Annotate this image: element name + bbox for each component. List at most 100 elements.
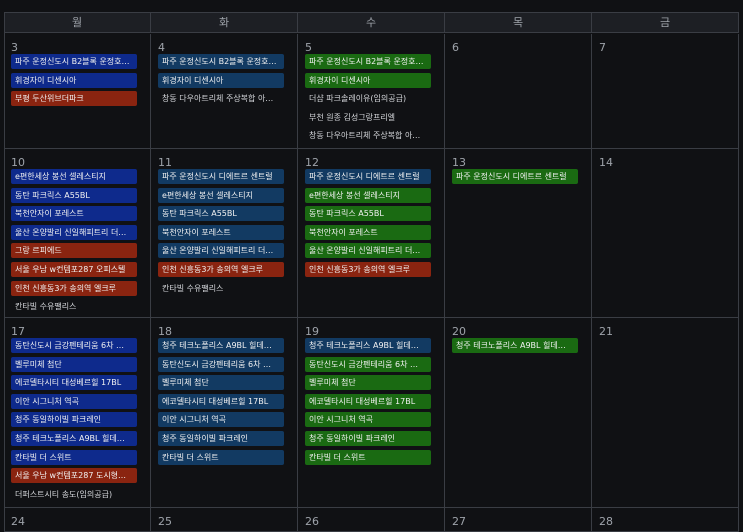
calendar-event[interactable]: 청주 동일하이빌 파크레인 bbox=[305, 431, 431, 446]
day-cell[interactable]: 13 파주 운정신도시 디에트르 센트럴 bbox=[445, 149, 592, 318]
day-cell[interactable]: 12 파주 운정신도시 디에트르 센트럴 e편한세상 봉선 셀레스티지동탄 파크릭스… bbox=[298, 149, 445, 318]
calendar-event[interactable]: 칸타빌 더 스위트 bbox=[305, 449, 431, 465]
calendar-event[interactable]: 인천 신흥동3가 송의역 엘크루 bbox=[305, 262, 431, 277]
weekday-header: 수 bbox=[298, 13, 445, 33]
calendar-event[interactable]: 파주 운정신도시 B2블록 운정호… bbox=[305, 54, 431, 69]
calendar-event[interactable]: 부평 두산위브더파크 bbox=[11, 91, 137, 107]
calendar-event[interactable]: e편한세상 봉선 셀레스티지 bbox=[158, 187, 284, 203]
calendar-event[interactable]: 청주 테크노폴리스 A9BL 힐데… bbox=[452, 338, 578, 353]
calendar-event[interactable]: 동탄신도시 금강펜테리움 6차 … bbox=[158, 356, 284, 372]
calendar-event[interactable]: 그랑 르피에드 bbox=[11, 243, 137, 259]
calendar-event[interactable]: 휘경자이 디센시아 bbox=[11, 72, 137, 88]
day-number: 21 bbox=[599, 325, 613, 338]
day-number: 14 bbox=[599, 156, 613, 169]
day-cell[interactable]: 26 bbox=[298, 508, 445, 532]
day-cell[interactable]: 27 bbox=[445, 508, 592, 532]
day-number: 19 bbox=[305, 325, 319, 338]
calendar-event[interactable]: 이안 시그니처 역곡 bbox=[11, 393, 137, 409]
day-number: 3 bbox=[11, 41, 18, 54]
day-cell[interactable]: 21 bbox=[592, 318, 739, 508]
calendar-event[interactable]: 동탄신도시 금강펜테리움 6차 … bbox=[305, 356, 431, 372]
day-cell[interactable]: 3 파주 운정신도시 B2블록 운정호… 휘경자이 디센시아부평 두산위브더파크 bbox=[4, 34, 151, 149]
calendar-event[interactable]: 파주 운정신도시 B2블록 운정호… bbox=[158, 54, 284, 69]
day-number: 17 bbox=[11, 325, 25, 338]
calendar-event[interactable]: 부천 원종 김성그랑프리엘 bbox=[305, 110, 431, 125]
calendar-event[interactable]: 에코델타시티 대성베르힐 17BL bbox=[158, 393, 284, 409]
calendar-event[interactable]: 창동 다우아트리체 주상복합 아… bbox=[305, 128, 431, 143]
calendar-event[interactable]: 청주 테크노폴리스 A9BL 힐데… bbox=[305, 338, 431, 353]
calendar-event[interactable]: 에코델타시티 대성베르힐 17BL bbox=[305, 393, 431, 409]
calendar-event[interactable]: 휘경자이 디센시아 bbox=[158, 72, 284, 88]
calendar-event[interactable]: 파주 운정신도시 B2블록 운정호… bbox=[11, 54, 137, 69]
calendar-event[interactable]: 더퍼스트시티 송도(임의공급) bbox=[11, 487, 137, 502]
day-cell[interactable]: 11 파주 운정신도시 디에트르 센트럴 e편한세상 봉선 셀레스티지동탄 파크릭스… bbox=[151, 149, 298, 318]
day-number: 24 bbox=[11, 515, 25, 528]
day-number: 4 bbox=[158, 41, 165, 54]
day-cell[interactable]: 18 청주 테크노폴리스 A9BL 힐데… 동탄신도시 금강펜테리움 6차 … 벨루미… bbox=[151, 318, 298, 508]
calendar-event[interactable]: 북천안자이 포레스트 bbox=[158, 224, 284, 240]
day-number: 10 bbox=[11, 156, 25, 169]
calendar-event[interactable]: 울산 온양발리 신일해피트리 더… bbox=[305, 243, 431, 259]
day-cell[interactable]: 14 bbox=[592, 149, 739, 318]
day-cell[interactable]: 4 파주 운정신도시 B2블록 운정호… 휘경자이 디센시아창동 다우아트리체 주상… bbox=[151, 34, 298, 149]
weekday-header: 화 bbox=[151, 13, 298, 33]
calendar-event[interactable]: 동탄 파크릭스 A55BL bbox=[305, 206, 431, 222]
calendar-event[interactable]: 창동 다우아트리체 주상복합 아… bbox=[158, 91, 284, 106]
day-number: 6 bbox=[452, 41, 459, 54]
day-number: 18 bbox=[158, 325, 172, 338]
calendar-event[interactable]: 서울 우남 w컨템포287 도시형… bbox=[11, 468, 137, 484]
day-cell[interactable]: 6 bbox=[445, 34, 592, 149]
day-number: 12 bbox=[305, 156, 319, 169]
day-cell[interactable]: 24 bbox=[4, 508, 151, 532]
calendar-event[interactable]: 더샵 파크솔레이유(임의공급) bbox=[305, 91, 431, 106]
calendar-event[interactable]: 칸타빌 수유팰리스 bbox=[11, 299, 137, 314]
calendar-event[interactable]: 동탄신도시 금강펜테리움 6차 … bbox=[11, 338, 137, 353]
day-number: 20 bbox=[452, 325, 466, 338]
calendar-event[interactable]: 동탄 파크릭스 A55BL bbox=[158, 206, 284, 222]
grid-border bbox=[4, 13, 5, 532]
calendar-event[interactable]: 이안 시그니처 역곡 bbox=[305, 412, 431, 428]
calendar-event[interactable]: 이안 시그니처 역곡 bbox=[158, 412, 284, 428]
calendar-event[interactable]: e편한세상 봉선 셀레스티지 bbox=[305, 187, 431, 203]
calendar-event[interactable]: 서울 우남 w컨템포287 오피스텔 bbox=[11, 262, 137, 277]
day-number: 26 bbox=[305, 515, 319, 528]
day-cell[interactable]: 17 동탄신도시 금강펜테리움 6차 … 벨루미체 첨단에코델타시티 대성베르힐 1… bbox=[4, 318, 151, 508]
calendar-event[interactable]: 칸타빌 수유팰리스 bbox=[158, 281, 284, 296]
calendar-event[interactable]: 북천안자이 포레스트 bbox=[11, 206, 137, 222]
day-number: 11 bbox=[158, 156, 172, 169]
day-cell[interactable]: 20 청주 테크노폴리스 A9BL 힐데… bbox=[445, 318, 592, 508]
calendar-grid: 월 화 수 목 금 3 파주 운정신도시 B2블록 운정호… 휘경자이 디센시아 부평 두산위브… bbox=[4, 12, 739, 532]
calendar-event[interactable]: 청주 테크노폴리스 A9BL 힐데… bbox=[11, 431, 137, 446]
calendar-event[interactable]: 청주 동일하이빌 파크레인 bbox=[11, 412, 137, 428]
calendar-event[interactable]: 동탄 파크릭스 A55BL bbox=[11, 187, 137, 203]
day-cell[interactable]: 25 bbox=[151, 508, 298, 532]
calendar-event[interactable]: 인천 신흥동3가 송의역 엘크루 bbox=[11, 280, 137, 296]
calendar-event[interactable]: 에코델타시티 대성베르힐 17BL bbox=[11, 375, 137, 391]
calendar-event[interactable]: 청주 테크노폴리스 A9BL 힐데… bbox=[158, 338, 284, 353]
calendar-event[interactable]: 파주 운정신도시 디에트르 센트럴 bbox=[158, 169, 284, 184]
weekday-header: 목 bbox=[445, 13, 592, 33]
day-cell[interactable]: 5 파주 운정신도시 B2블록 운정호… 휘경자이 디센시아 더샵 파크솔레이유(임의… bbox=[298, 34, 445, 149]
day-number: 27 bbox=[452, 515, 466, 528]
day-cell[interactable]: 7 bbox=[592, 34, 739, 149]
calendar-event[interactable]: 울산 온양발리 신일해피트리 더… bbox=[158, 243, 284, 259]
day-number: 13 bbox=[452, 156, 466, 169]
calendar-event[interactable]: 칸타빌 더 스위트 bbox=[158, 449, 284, 465]
calendar-event[interactable]: 벨루미체 첨단 bbox=[158, 375, 284, 391]
weekday-header: 금 bbox=[592, 13, 739, 33]
calendar-event[interactable]: 인천 신흥동3가 송의역 엘크루 bbox=[158, 262, 284, 277]
day-number: 28 bbox=[599, 515, 613, 528]
day-cell[interactable]: 10 e편한세상 봉선 셀레스티지동탄 파크릭스 A55BL 북천안자이 포레스트울… bbox=[4, 149, 151, 318]
calendar-event[interactable]: 칸타빌 더 스위트 bbox=[11, 449, 137, 465]
calendar-event[interactable]: 청주 동일하이빌 파크레인 bbox=[158, 431, 284, 446]
calendar-event[interactable]: 울산 온양발리 신일해피트리 더… bbox=[11, 224, 137, 240]
calendar-event[interactable]: 벨루미체 첨단 bbox=[11, 356, 137, 372]
calendar-event[interactable]: 파주 운정신도시 디에트르 센트럴 bbox=[452, 169, 578, 184]
calendar-event[interactable]: 벨루미체 첨단 bbox=[305, 375, 431, 391]
calendar-event[interactable]: 북천안자이 포레스트 bbox=[305, 224, 431, 240]
day-cell[interactable]: 19 청주 테크노폴리스 A9BL 힐데… 동탄신도시 금강펜테리움 6차 … 벨루미… bbox=[298, 318, 445, 508]
day-cell[interactable]: 28 bbox=[592, 508, 739, 532]
calendar-event[interactable]: 휘경자이 디센시아 bbox=[305, 72, 431, 88]
calendar-event[interactable]: 파주 운정신도시 디에트르 센트럴 bbox=[305, 169, 431, 184]
calendar-event[interactable]: e편한세상 봉선 셀레스티지 bbox=[11, 169, 137, 184]
